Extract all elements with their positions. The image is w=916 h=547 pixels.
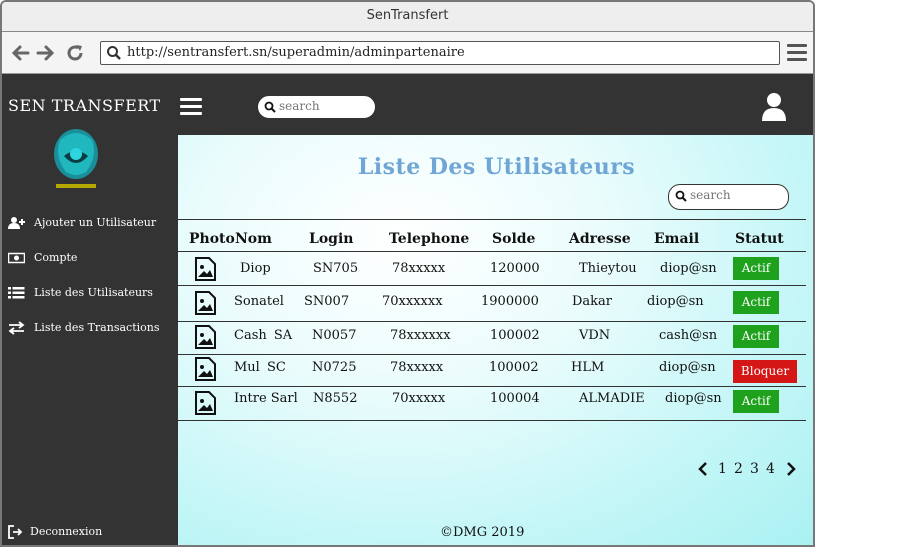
cell-login: N0725	[312, 360, 357, 375]
money-icon	[8, 252, 25, 264]
cell-adresse: HLM	[571, 360, 605, 375]
column-header-nom: Nom	[235, 231, 272, 247]
cell-nom: Mul SC	[234, 360, 286, 375]
table-search-input[interactable]	[690, 188, 770, 202]
cell-telephone: 78xxxxxx	[390, 328, 451, 343]
cell-login: SN007	[304, 294, 350, 309]
image-placeholder-icon	[195, 357, 216, 381]
cell-login: N8552	[313, 391, 358, 406]
page-link[interactable]: 4	[766, 461, 775, 477]
hamburger-menu-icon[interactable]	[180, 98, 202, 116]
page-link[interactable]: 1	[718, 461, 727, 477]
cell-nom: Cash SA	[234, 328, 293, 343]
cell-solde: 100002	[490, 328, 540, 343]
table-search-field[interactable]	[668, 184, 789, 210]
user-avatar-icon[interactable]	[761, 92, 787, 122]
column-header-login: Login	[309, 231, 354, 247]
top-search-field[interactable]	[257, 95, 376, 119]
cell-adresse: VDN	[579, 328, 611, 343]
cell-solde: 100004	[490, 391, 540, 406]
cell-login: N0057	[312, 328, 357, 343]
sign-out-icon	[8, 525, 23, 539]
image-placeholder-icon	[195, 257, 216, 281]
cell-telephone: 78xxxxx	[390, 360, 444, 375]
chevron-left-icon[interactable]	[698, 462, 708, 476]
cell-telephone: 70xxxxxx	[382, 294, 443, 309]
chevron-right-icon[interactable]	[786, 462, 796, 476]
back-arrow-icon[interactable]	[10, 43, 30, 63]
image-placeholder-icon	[195, 391, 216, 415]
page-link[interactable]: 3	[750, 461, 759, 477]
list-icon	[8, 287, 25, 299]
column-header-statut: Statut	[735, 231, 784, 247]
column-header-telephone: Telephone	[389, 231, 470, 247]
main-content: Liste Des Utilisateurs Photo Nom Login T…	[178, 135, 813, 545]
status-badge[interactable]: Bloquer	[733, 360, 797, 383]
cell-email: diop@sn	[665, 391, 722, 406]
transfer-icon	[8, 321, 25, 335]
brand-name: SEN TRANSFERT	[8, 96, 161, 115]
browser-window: SenTransfert http://sentransfert.sn/supe…	[0, 0, 815, 547]
logout-label: Deconnexion	[30, 525, 103, 538]
cell-adresse: ALMADIE	[579, 391, 645, 406]
sidebar-item-label: Liste des Utilisateurs	[34, 286, 153, 299]
status-badge[interactable]: Actif	[733, 257, 779, 280]
logo	[54, 129, 98, 188]
url-text: http://sentransfert.sn/superadmin/adminp…	[127, 45, 465, 60]
cell-email: diop@sn	[660, 261, 717, 276]
cell-nom: Sonatel	[234, 294, 284, 309]
cell-adresse: Thieytou	[579, 261, 637, 276]
column-header-photo: Photo	[189, 231, 235, 247]
sidebar-item-label: Compte	[34, 251, 78, 264]
column-header-adresse: Adresse	[569, 231, 631, 247]
cell-telephone: 70xxxxx	[392, 391, 446, 406]
sidebar-item-label: Liste des Transactions	[34, 321, 160, 334]
cell-login: SN705	[313, 261, 359, 276]
add-user-icon	[8, 217, 25, 229]
cell-solde: 1900000	[481, 294, 539, 309]
status-badge[interactable]: Actif	[733, 325, 779, 348]
search-icon	[107, 46, 121, 60]
search-icon	[264, 101, 276, 113]
cell-email: cash@sn	[659, 328, 718, 343]
top-search-input[interactable]	[279, 99, 359, 113]
image-placeholder-icon	[195, 325, 216, 349]
address-bar[interactable]: http://sentransfert.sn/superadmin/adminp…	[100, 41, 780, 65]
cell-solde: 120000	[490, 261, 540, 276]
cell-email: diop@sn	[659, 360, 716, 375]
reload-icon[interactable]	[65, 43, 85, 63]
cell-solde: 100002	[489, 360, 539, 375]
top-bar	[178, 74, 813, 135]
cell-telephone: 78xxxxx	[392, 261, 446, 276]
page-title: Liste Des Utilisateurs	[357, 154, 636, 180]
cell-nom: Intre Sarl	[234, 391, 298, 406]
image-placeholder-icon	[195, 291, 216, 315]
search-icon	[675, 190, 687, 202]
sidebar-item-label: Ajouter un Utilisateur	[34, 216, 157, 229]
cell-email: diop@sn	[647, 294, 704, 309]
cell-adresse: Dakar	[572, 294, 613, 309]
page-link[interactable]: 2	[734, 461, 743, 477]
browser-menu-icon[interactable]	[787, 44, 807, 62]
window-title: SenTransfert	[2, 2, 813, 32]
footer-copyright: ©DMG 2019	[440, 525, 525, 540]
browser-navbar: http://sentransfert.sn/superadmin/adminp…	[2, 32, 813, 74]
forward-arrow-icon[interactable]	[36, 43, 56, 63]
status-badge[interactable]: Actif	[733, 291, 779, 314]
column-header-email: Email	[654, 231, 700, 247]
cell-nom: Diop	[240, 261, 271, 276]
sidebar: SEN TRANSFERT Ajouter un Utilisateur Com…	[2, 74, 178, 545]
status-badge[interactable]: Actif	[733, 390, 779, 413]
column-header-solde: Solde	[492, 231, 536, 247]
